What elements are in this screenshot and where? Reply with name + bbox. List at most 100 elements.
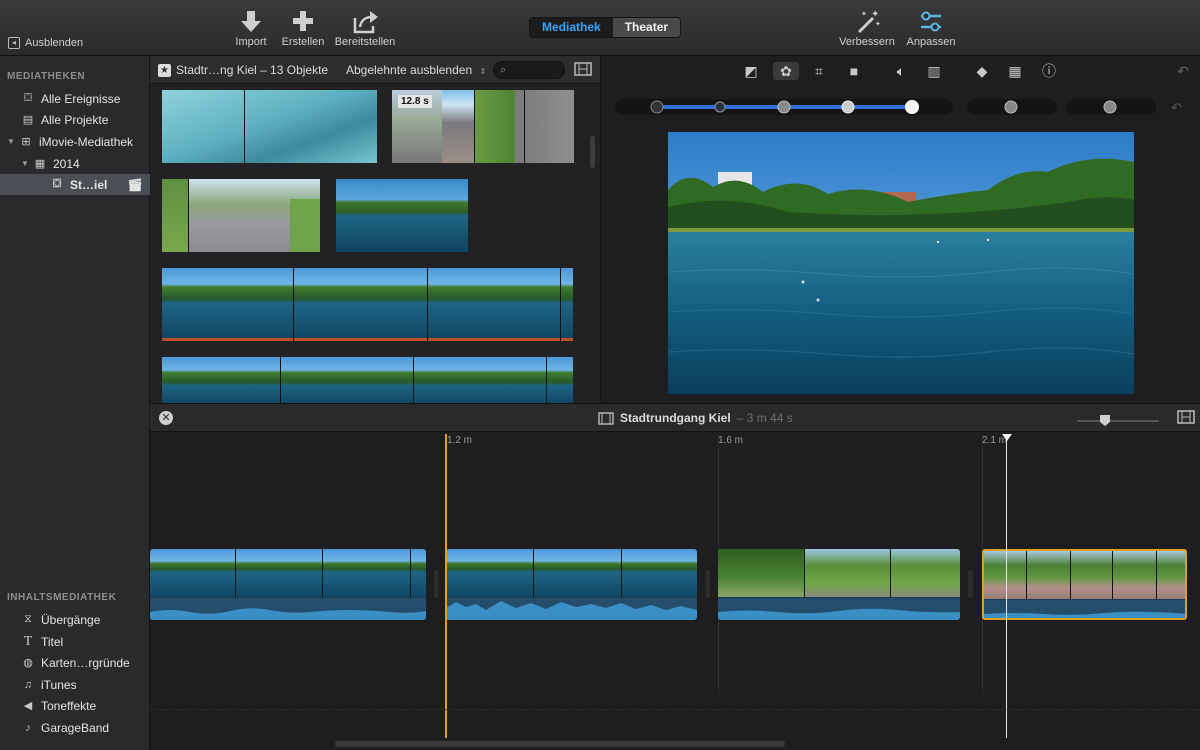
share-icon [353,11,378,34]
timeline-clip[interactable] [718,549,960,620]
transition-marker[interactable] [434,570,439,598]
sidebar-item-imovie-library[interactable]: ▼ ⊞ iMovie-Mediathek [0,131,150,152]
stabilization-camera-icon[interactable]: ■ [844,62,864,80]
sidebar-item-garageband[interactable]: ♪ GarageBand [0,717,150,738]
color-sliders[interactable]: ↶ [613,96,1193,122]
guitar-icon: ♪ [25,721,31,734]
tab-library[interactable]: Mediathek [530,18,613,37]
sidebar-item-event-stadtrundgang[interactable]: ⛋ St…iel 🎬︎ [0,174,150,195]
library-grid-icon: ⊞ [21,136,31,148]
crop-icon[interactable]: ⌗ [809,62,829,80]
transitions-icon: ⧖ [24,613,32,625]
project-title-text: Stadtrundgang Kiel [620,411,731,425]
sidebar-item-label: iMovie-Mediathek [39,134,134,149]
clapperboard-icon: 🎬︎ [127,177,143,192]
sidebar-item-all-events[interactable]: ⛋ Alle Ereignisse [0,88,150,109]
equalizer-icon[interactable]: ▥ [924,62,944,80]
clip-thumbnail[interactable] [336,179,468,252]
timeline-clip[interactable] [446,549,697,620]
sidebar-item-2014[interactable]: ▼ ▦ 2014 [0,153,150,174]
share-button[interactable]: Bereitstellen [333,8,397,48]
playhead-handle[interactable] [1002,434,1012,441]
clip-thumbnail[interactable] [162,179,320,252]
import-icon [241,11,261,32]
view-toggle: Mediathek Theater [529,17,682,38]
sidebar-item-label: Karten…rgründe [41,655,130,670]
speed-turtle-icon[interactable]: ◆ [972,62,992,80]
event-title-text: Stadtr…ng Kiel – 13 Objekte [176,63,329,77]
transition-marker[interactable] [968,570,973,598]
clip-thumbnail[interactable] [162,268,573,341]
import-label: Import [235,36,267,48]
timeline-header: ✕ Stadtrundgang Kiel – 3 m 44 s [150,404,1200,432]
disclosure-triangle-icon[interactable]: ▼ [21,159,31,168]
content-library-header: INHALTSMEDIATHEK [7,592,117,603]
globe-icon: ◍ [23,657,33,669]
tab-theater[interactable]: Theater [612,18,681,37]
sidebar-item-label: Toneffekte [41,698,97,713]
adjust-sliders-icon [921,11,941,32]
adjust-button[interactable]: Anpassen [905,8,957,48]
filter-dropdown[interactable]: Abgelehnte ausblenden ⇕ [346,63,486,77]
star-icon: ★ [158,63,171,77]
enhance-button[interactable]: ✦ ✦ ✦ Verbessern [838,8,896,48]
share-label: Bereitstellen [334,36,396,48]
browser-scrollbar[interactable] [590,136,595,168]
sidebar-item-label: Übergänge [41,612,101,627]
timeline-settings-icon[interactable] [1177,410,1195,425]
hide-sidebar-button[interactable]: ◂ Ausblenden [8,37,83,49]
sidebar-item-itunes[interactable]: ♫ iTunes [0,674,150,695]
timeline-divider [150,709,1200,710]
timeline-scrollbar[interactable] [335,741,785,747]
svg-text:✦: ✦ [875,20,881,28]
clapper-icon: ▤ [22,114,34,126]
create-button[interactable]: Erstellen [280,8,326,48]
lake-scene-image [668,132,1134,394]
sidebar-item-all-projects[interactable]: ▤ Alle Projekte [0,109,150,130]
titles-icon: T [23,633,33,649]
music-note-icon: ♫ [23,678,33,691]
filmstrip-settings-icon[interactable] [574,62,592,76]
sidebar-item-label: GarageBand [41,720,110,735]
sidebar-item-maps-backgrounds[interactable]: ◍ Karten…rgründe [0,652,150,673]
speaker-icon: ◀ [23,700,33,712]
sidebar-item-sound-effects[interactable]: ◀ Toneffekte [0,695,150,716]
svg-text:✦: ✦ [861,10,867,18]
color-palette-icon[interactable]: ✿ [773,62,799,80]
reset-all-icon[interactable]: ↶ [1173,62,1193,80]
libraries-header: MEDIATHEKEN [7,71,86,82]
search-field[interactable]: ⌕ [493,61,565,79]
sidebar-item-label: St…iel [70,177,108,192]
film-icon: ▦ [34,158,46,170]
clip-thumbnail[interactable] [162,357,573,403]
transition-marker[interactable] [705,570,710,598]
sidebar-item-transitions[interactable]: ⧖ Übergänge [0,609,150,630]
playhead[interactable] [1006,434,1007,738]
info-icon[interactable]: ⓘ [1039,62,1059,80]
create-label: Erstellen [281,36,325,48]
project-title: Stadtrundgang Kiel – 3 m 44 s [598,411,793,425]
color-balance-icon[interactable]: ◩ [741,62,761,80]
volume-icon[interactable]: 🔈︎ [891,62,911,80]
import-button[interactable]: Import [234,8,268,48]
sidebar-item-titles[interactable]: T Titel [0,631,150,652]
toolbar: ◂ Ausblenden Import Erstellen Bereitstel… [0,0,1200,56]
clip-thumbnail[interactable]: 12.8 s [392,90,574,163]
clip-thumbnail[interactable] [162,90,377,163]
search-icon: ⌕ [500,64,507,76]
ruler-label: 1.6 m [718,435,744,446]
project-duration: – 3 m 44 s [736,411,793,425]
timeline: ✕ Stadtrundgang Kiel – 3 m 44 s 1.2 m 1.… [150,403,1200,750]
disclosure-triangle-icon[interactable]: ▼ [7,137,17,146]
timeline-clip[interactable] [150,549,426,620]
close-project-button[interactable]: ✕ [159,411,173,425]
video-preview[interactable] [668,132,1134,394]
skimmer-line[interactable] [445,434,447,738]
enhance-label: Verbessern [839,36,895,48]
timeline-clip-selected[interactable] [982,549,1187,620]
adjustment-bar: ◩ ✿ ⌗ ■ 🔈︎ ▥ ◆ ▦ ⓘ ↶ [601,56,1200,86]
zoom-slider[interactable] [1075,412,1161,426]
magic-wand-icon: ✦ ✦ ✦ [857,9,881,34]
sidebar-item-label: Alle Ereignisse [41,91,121,106]
video-overlay-icon[interactable]: ▦ [1005,62,1025,80]
